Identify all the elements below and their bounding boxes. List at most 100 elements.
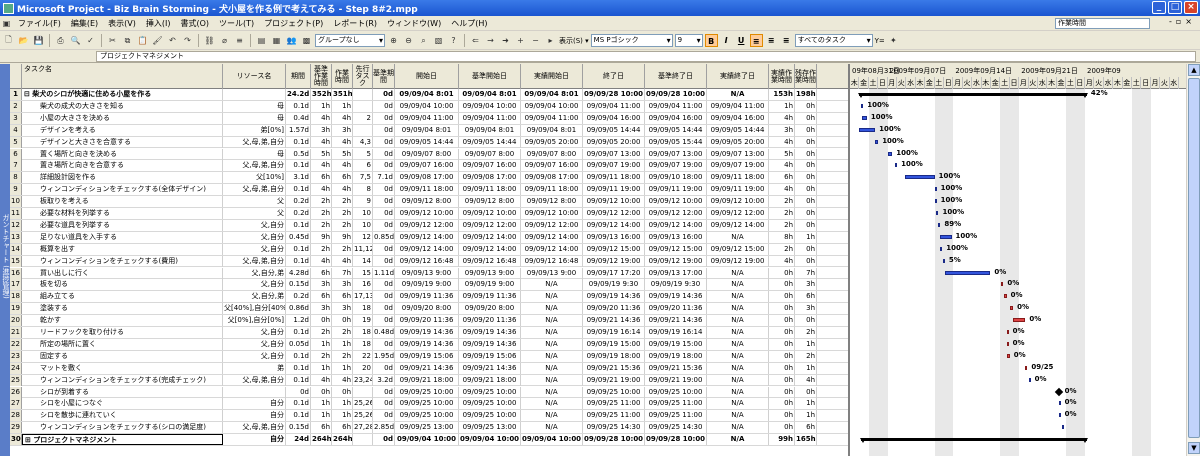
cell-actual-finish[interactable]: N/A: [707, 267, 769, 279]
cell-resource-name[interactable]: 父,自分: [223, 243, 286, 255]
cell-baseline-duration[interactable]: 1.95d: [373, 350, 395, 362]
cell-actual-work[interactable]: 0h: [769, 279, 795, 291]
cell-resource-name[interactable]: 父,母,弟,自分: [223, 374, 286, 386]
cell-baseline-duration[interactable]: 0d: [373, 208, 395, 219]
cell-actual-finish[interactable]: 09/09/07 13:00: [707, 148, 769, 160]
cell-baseline-start[interactable]: 09/09/20 11:36: [459, 315, 521, 327]
cell-work[interactable]: 2h: [332, 196, 353, 208]
cell-finish[interactable]: 09/09/28 10:00: [583, 89, 645, 100]
new-icon[interactable]: 🗋: [2, 34, 15, 47]
cell-actual-finish[interactable]: 09/09/11 18:00: [707, 172, 769, 184]
assign-resources-icon[interactable]: 👥: [285, 34, 298, 47]
cell-task-name[interactable]: 足りない道具を入手する: [22, 231, 223, 243]
cell-start[interactable]: 09/09/05 14:44: [395, 136, 459, 148]
italic-button[interactable]: I: [720, 34, 733, 47]
cell-work[interactable]: 0h: [332, 315, 353, 327]
copy-icon[interactable]: ⧉: [121, 34, 134, 47]
cell-remaining-work[interactable]: 3h: [795, 279, 817, 291]
cell-actual-start[interactable]: 09/09/11 18:00: [521, 184, 583, 196]
underline-button[interactable]: U: [735, 34, 748, 47]
cell-actual-work[interactable]: 0h: [769, 315, 795, 327]
cell-baseline-work[interactable]: 1h: [311, 100, 332, 112]
column-header-baseline-finish[interactable]: 基準終了日: [645, 64, 707, 89]
table-row[interactable]: 4 デザインを考える 弟[0%] 1.57d 3h 3h 0d 09/09/04 8:01 09…: [10, 124, 848, 137]
cell-baseline-duration[interactable]: 0d: [373, 362, 395, 374]
milestone-marker[interactable]: [1054, 387, 1063, 396]
close-button[interactable]: ×: [1184, 1, 1198, 14]
cell-actual-work[interactable]: 0h: [769, 398, 795, 410]
cell-work[interactable]: 4h: [332, 374, 353, 386]
task-bar[interactable]: [938, 222, 941, 227]
cell-work[interactable]: 2h: [332, 208, 353, 219]
task-bar[interactable]: [1006, 330, 1009, 334]
cell-actual-work[interactable]: 153h: [769, 89, 795, 100]
table-row[interactable]: 22 所定の場所に置く 父,自分 0.05d 1h 1h 18 0d 09/09/19 14:3…: [10, 338, 848, 351]
cell-row-number[interactable]: 11: [10, 208, 22, 219]
cell-predecessors[interactable]: 8: [353, 184, 373, 196]
cell-baseline-work[interactable]: 3h: [311, 124, 332, 136]
cell-predecessors[interactable]: 9: [353, 196, 373, 208]
task-bar[interactable]: [1001, 282, 1004, 287]
cell-remaining-work[interactable]: 1h: [795, 362, 817, 374]
task-bar[interactable]: [887, 151, 893, 156]
table-row[interactable]: 14 概算を出す 父,自分 0.1d 2h 2h 11,12 0d 09/09/12 14:00…: [10, 243, 848, 256]
cell-actual-finish[interactable]: 09/09/07 19:00: [707, 160, 769, 172]
cell-row-number[interactable]: 2: [10, 100, 22, 112]
cell-row-number[interactable]: 7: [10, 160, 22, 172]
cell-finish[interactable]: 09/09/04 16:00: [583, 112, 645, 124]
cell-actual-start[interactable]: N/A: [521, 303, 583, 315]
cell-work[interactable]: 1h: [332, 398, 353, 410]
cell-resource-name[interactable]: 父,母,弟,自分: [223, 255, 286, 267]
cell-resource-name[interactable]: 父,自分: [223, 219, 286, 231]
cell-actual-work[interactable]: 0h: [769, 386, 795, 398]
cell-actual-start[interactable]: 09/09/12 10:00: [521, 208, 583, 219]
undo-icon[interactable]: ↶: [166, 34, 179, 47]
column-header-baseline-duration[interactable]: 基準期間: [373, 64, 395, 89]
cell-finish[interactable]: 09/09/19 9:30: [583, 279, 645, 291]
cell-start[interactable]: 09/09/21 18:00: [395, 374, 459, 386]
cell-task-name[interactable]: シロを散歩に連れていく: [22, 410, 223, 422]
cell-duration[interactable]: 0.15d: [286, 422, 311, 434]
font-size-combo[interactable]: 9: [674, 34, 703, 47]
cell-actual-start[interactable]: N/A: [521, 338, 583, 350]
cell-predecessors[interactable]: 25,26: [353, 410, 373, 422]
cell-actual-work[interactable]: 4h: [769, 136, 795, 148]
cell-baseline-start[interactable]: 09/09/08 17:00: [459, 172, 521, 184]
cell-row-number[interactable]: 4: [10, 124, 22, 136]
cell-task-name[interactable]: 置き場所と向きを合意する: [22, 160, 223, 172]
cell-finish[interactable]: 09/09/12 12:00: [583, 208, 645, 219]
column-header-start[interactable]: 開始日: [395, 64, 459, 89]
task-bar[interactable]: [1058, 401, 1061, 406]
cell-task-name[interactable]: 詳細設計図を作る: [22, 172, 223, 184]
cell-actual-start[interactable]: 09/09/12 12:00: [521, 219, 583, 231]
cell-baseline-start[interactable]: 09/09/12 16:48: [459, 255, 521, 267]
cell-work[interactable]: 7h: [332, 267, 353, 279]
cell-start[interactable]: 09/09/19 11:36: [395, 291, 459, 303]
cell-duration[interactable]: 0.1d: [286, 350, 311, 362]
cell-finish[interactable]: 09/09/19 16:14: [583, 327, 645, 338]
cell-start[interactable]: 09/09/04 11:00: [395, 112, 459, 124]
cell-baseline-duration[interactable]: 0d: [373, 434, 395, 446]
task-bar[interactable]: [1025, 365, 1028, 370]
cell-baseline-start[interactable]: 09/09/25 10:00: [459, 386, 521, 398]
menu-insert[interactable]: 挿入(I): [141, 18, 176, 29]
cell-baseline-work[interactable]: 4h: [311, 374, 332, 386]
table-row[interactable]: 28 シロを散歩に連れていく 自分 0.1d 1h 1h 25,26 0d 09/09/25 1…: [10, 410, 848, 423]
cell-row-number[interactable]: 26: [10, 386, 22, 398]
cell-baseline-finish[interactable]: 09/09/21 15:36: [645, 362, 707, 374]
cell-baseline-finish[interactable]: 09/09/07 19:00: [645, 160, 707, 172]
cell-work[interactable]: 4h: [332, 112, 353, 124]
cell-baseline-start[interactable]: 09/09/25 10:00: [459, 398, 521, 410]
cell-baseline-start[interactable]: 09/09/12 12:00: [459, 219, 521, 231]
cell-actual-start[interactable]: N/A: [521, 386, 583, 398]
cell-baseline-start[interactable]: 09/09/04 11:00: [459, 112, 521, 124]
cell-baseline-finish[interactable]: 09/09/25 11:00: [645, 398, 707, 410]
cell-work[interactable]: 6h: [332, 291, 353, 303]
cell-actual-finish[interactable]: N/A: [707, 386, 769, 398]
maximize-button[interactable]: □: [1168, 1, 1182, 14]
cell-baseline-finish[interactable]: 09/09/28 10:00: [645, 89, 707, 100]
cell-baseline-start[interactable]: 09/09/12 14:00: [459, 231, 521, 243]
publish-icon[interactable]: ▩: [300, 34, 313, 47]
cell-resource-name[interactable]: 父: [223, 196, 286, 208]
cell-task-name[interactable]: シロを小屋につなぐ: [22, 398, 223, 410]
